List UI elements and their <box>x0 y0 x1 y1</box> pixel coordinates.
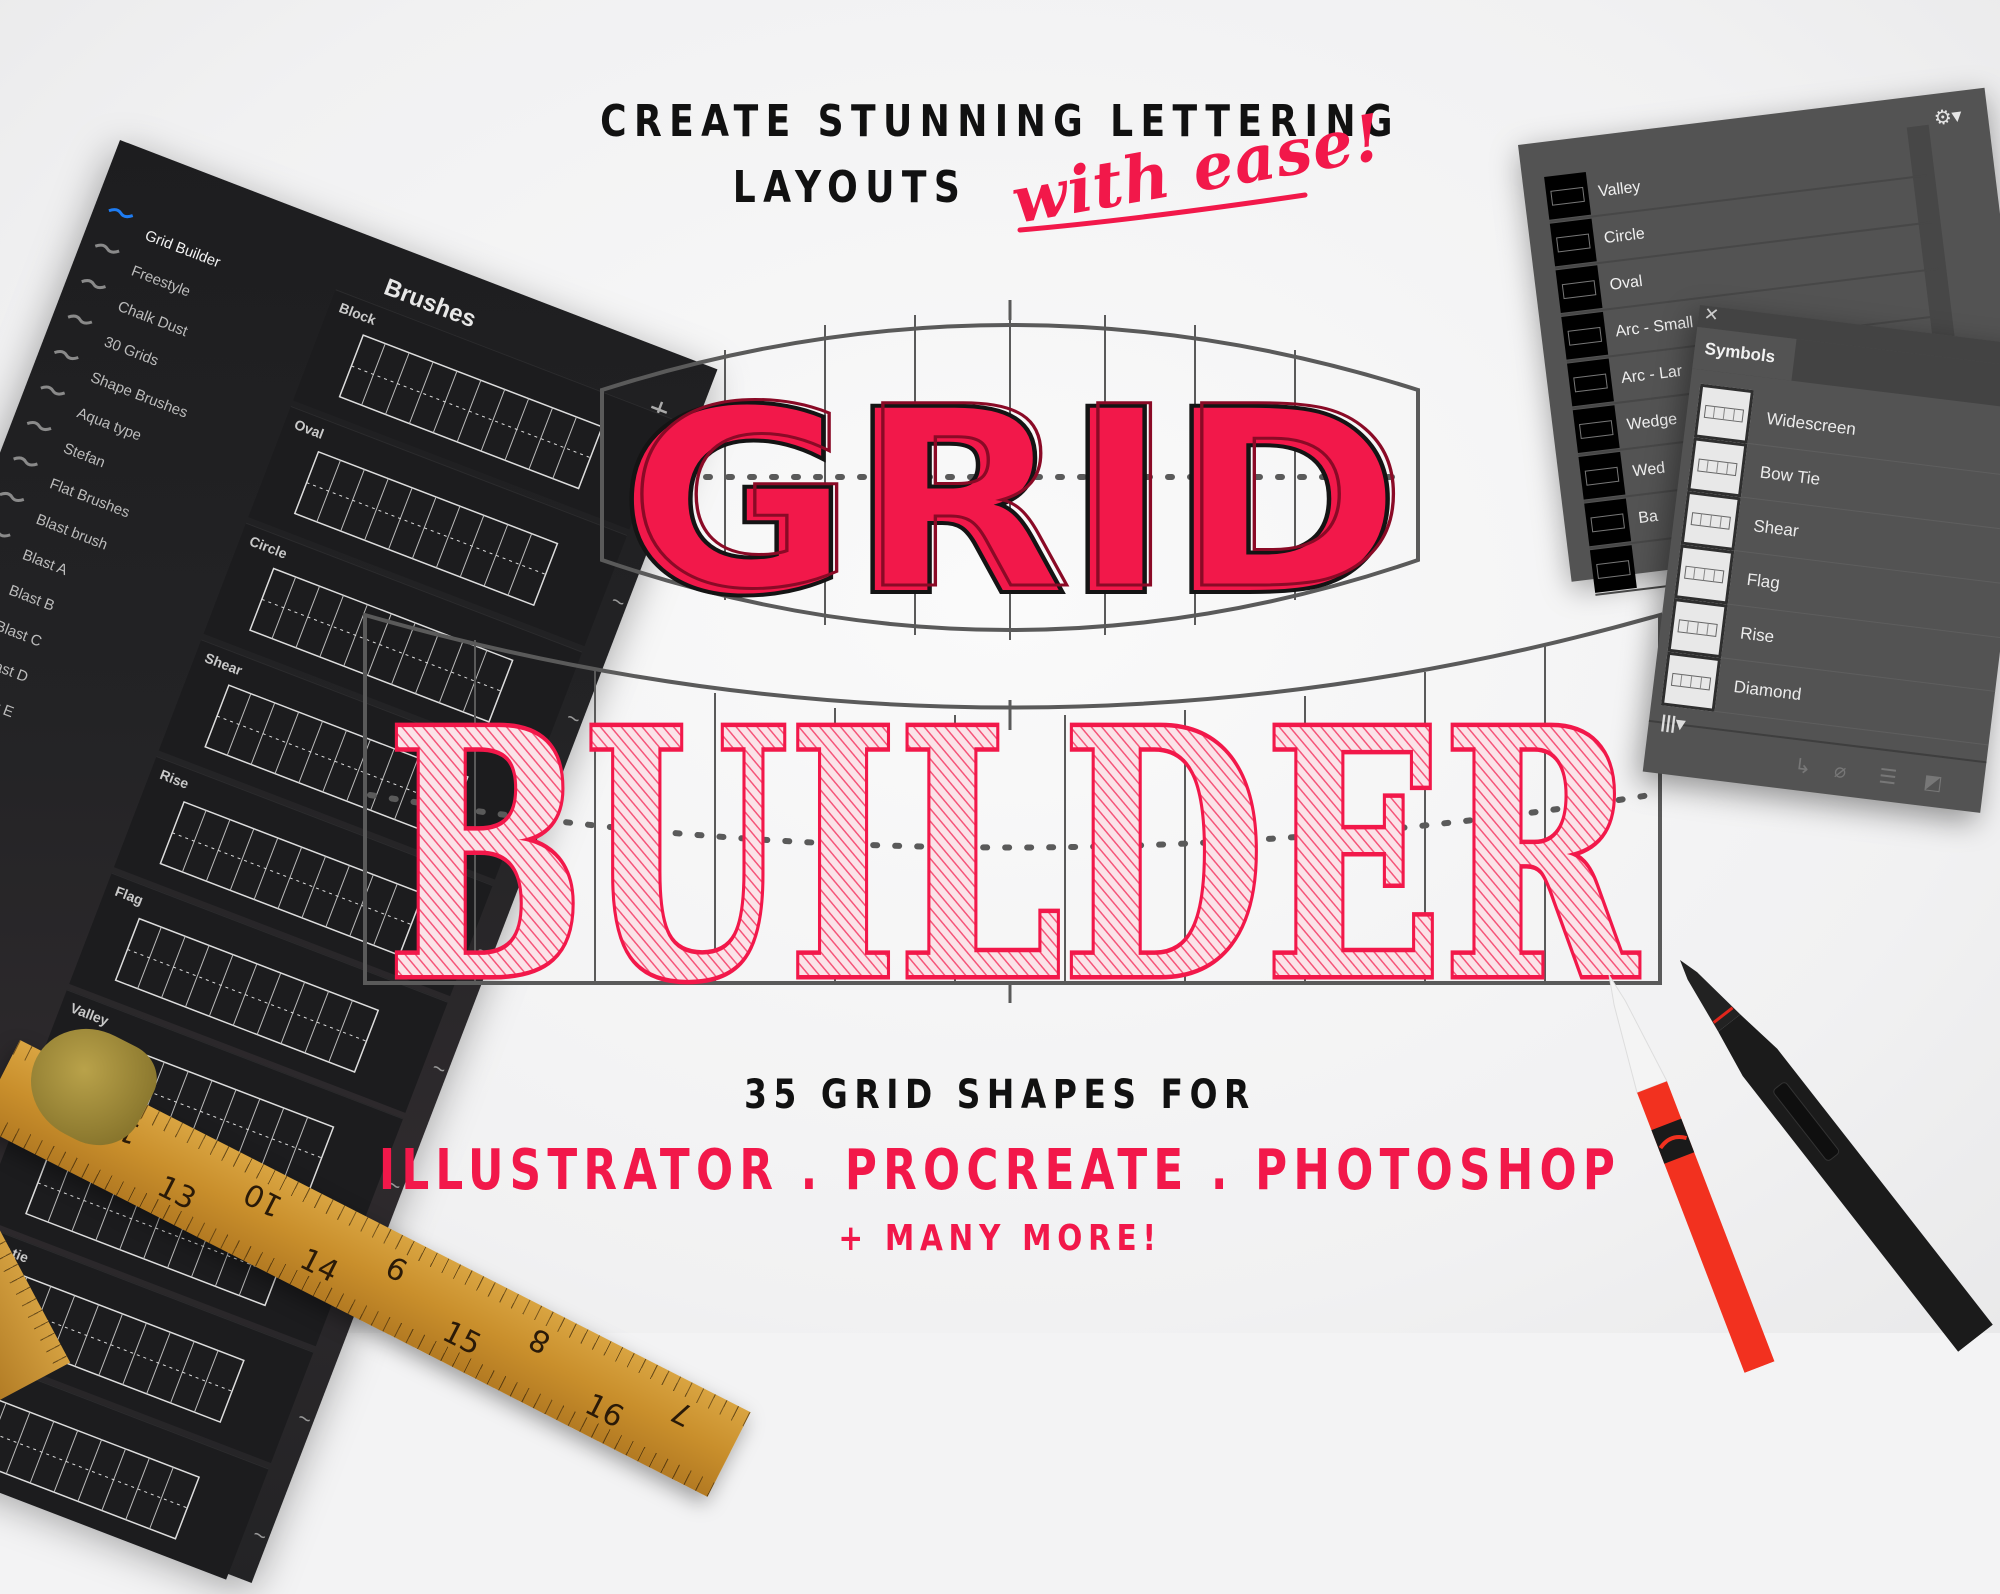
style-label: Circle <box>1602 224 1646 247</box>
style-label: Valley <box>1597 177 1642 201</box>
builder-title: BUILDER <box>387 657 1640 1056</box>
style-thumbnail <box>1544 171 1592 220</box>
symbol-thumbnail <box>1674 543 1735 605</box>
symbol-options-icon[interactable]: ☰ <box>1877 763 1898 790</box>
subtitle-more: + MANY MORE! <box>838 1218 1162 1259</box>
style-thumbnail <box>1567 358 1614 407</box>
brush-stroke-icon: ~ <box>294 1404 316 1433</box>
subtitle-apps: ILLUSTRATOR . PROCREATE . PHOTOSHOP <box>378 1138 1622 1203</box>
symbol-label: Flag <box>1745 569 1781 593</box>
symbols-list: Widescreen Bow Tie Shear Flag Rise Diamond <box>1660 383 2000 746</box>
symbol-label: Bow Tie <box>1758 462 1822 489</box>
style-label: Arc - Small <box>1614 313 1695 340</box>
style-label: Oval <box>1608 272 1644 294</box>
new-symbol-icon[interactable]: ◩ <box>1922 769 1944 796</box>
symbol-thumbnail <box>1680 490 1741 551</box>
symbol-label: Widescreen <box>1765 408 1857 439</box>
symbol-thumbnail <box>1693 383 1755 444</box>
style-thumbnail <box>1589 545 1637 593</box>
style-thumbnail <box>1584 498 1632 547</box>
symbol-label: Rise <box>1739 622 1776 646</box>
symbols-panel: ✕ Symbols Widescreen Bow Tie Shear Flag Rise… <box>1642 304 2000 813</box>
style-label: Wedge <box>1625 410 1678 434</box>
style-thumbnail <box>1572 405 1620 453</box>
symbol-thumbnail <box>1660 651 1722 712</box>
grid-title-shadow: GRID <box>628 353 1408 644</box>
style-thumbnail <box>1549 218 1597 267</box>
style-thumbnail <box>1578 451 1626 500</box>
symbol-thumbnail <box>1667 597 1728 658</box>
place-symbol-icon[interactable]: ↳ <box>1793 753 1813 780</box>
symbol-label: Diamond <box>1732 676 1803 704</box>
style-thumbnail <box>1555 265 1603 314</box>
symbol-label: Shear <box>1752 515 1800 541</box>
gear-icon[interactable]: ⚙▾ <box>1932 103 1963 131</box>
break-link-icon[interactable]: ⌀ <box>1833 758 1848 784</box>
style-thumbnail <box>1561 311 1609 360</box>
style-label: Ba <box>1637 507 1659 527</box>
style-label: Arc - Lar <box>1620 362 1684 387</box>
symbol-thumbnail <box>1687 436 1748 497</box>
brush-stroke-icon: ~ <box>249 1521 271 1550</box>
symbol-library-icon[interactable]: |||▾ <box>1660 711 1686 735</box>
close-icon[interactable]: ✕ <box>1703 304 1720 327</box>
subtitle-count: 35 GRID SHAPES FOR <box>744 1072 1256 1118</box>
style-label: Wed <box>1631 459 1667 480</box>
